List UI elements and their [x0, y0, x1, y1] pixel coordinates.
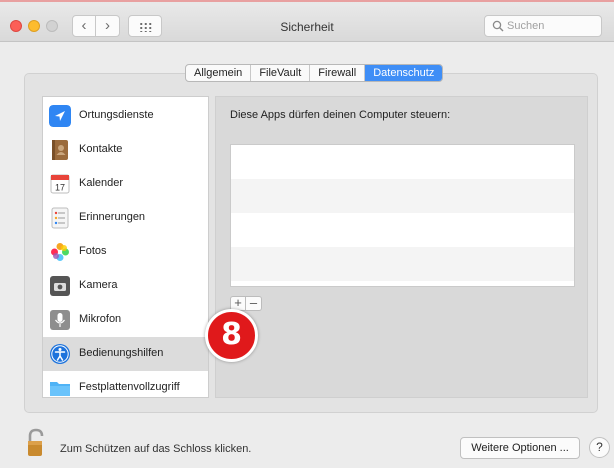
- lock-hint-text: Zum Schützen auf das Schloss klicken.: [60, 443, 252, 455]
- tab-bar: Allgemein FileVault Firewall Datenschutz: [185, 64, 444, 82]
- calendar-icon: 17: [50, 174, 70, 194]
- sidebar-item-fotos[interactable]: Fotos: [43, 235, 208, 269]
- location-arrow-icon: [49, 105, 71, 127]
- help-button[interactable]: ?: [589, 437, 610, 458]
- tab-allgemein[interactable]: Allgemein: [186, 65, 252, 81]
- apps-heading: Diese Apps dürfen deinen Computer steuer…: [230, 109, 451, 121]
- unlocked-padlock-icon[interactable]: [26, 428, 48, 458]
- search-field[interactable]: Suchen: [484, 15, 602, 37]
- list-row[interactable]: [231, 179, 574, 213]
- search-icon: [492, 20, 504, 32]
- camera-icon: [50, 276, 70, 296]
- list-row[interactable]: [231, 145, 574, 179]
- list-row[interactable]: [231, 213, 574, 247]
- sidebar-item-mikrofon[interactable]: Mikrofon: [43, 303, 208, 337]
- title-bar: ‹ › Sicherheit Suchen: [0, 2, 614, 42]
- sidebar-item-label: Fotos: [79, 245, 107, 257]
- sidebar-item-erinnerungen[interactable]: Erinnerungen: [43, 201, 208, 235]
- sidebar-item-festplattenvollzugriff[interactable]: Festplattenvollzugriff: [43, 371, 208, 397]
- tab-datenschutz[interactable]: Datenschutz: [365, 65, 443, 81]
- preferences-window: ‹ › Sicherheit Suchen Allgemein FileVaul…: [0, 0, 614, 468]
- sidebar-item-ortungsdienste[interactable]: Ortungsdienste: [43, 99, 208, 133]
- microphone-icon: [50, 310, 70, 330]
- calendar-day: 17: [55, 183, 65, 193]
- sidebar-item-kamera[interactable]: Kamera: [43, 269, 208, 303]
- photos-flower-icon: [51, 243, 69, 261]
- privacy-category-list: Ortungsdienste Kontakte 17 Kalender Erin…: [42, 96, 209, 398]
- sidebar-item-label: Mikrofon: [79, 313, 122, 325]
- sidebar-item-kalender[interactable]: 17 Kalender: [43, 167, 208, 201]
- search-placeholder: Suchen: [507, 20, 545, 32]
- folder-icon: [50, 382, 70, 396]
- contacts-book-icon: [52, 140, 68, 160]
- sidebar-item-kontakte[interactable]: Kontakte: [43, 133, 208, 167]
- step-number-badge: 8: [205, 309, 258, 362]
- more-options-button[interactable]: Weitere Optionen ...: [460, 437, 580, 459]
- reminders-list-icon: [51, 207, 69, 229]
- tab-filevault[interactable]: FileVault: [251, 65, 311, 81]
- sidebar-item-label: Ortungsdienste: [79, 109, 154, 121]
- sidebar-item-label: Erinnerungen: [79, 211, 146, 223]
- allowed-apps-list[interactable]: [230, 144, 575, 287]
- accessibility-icon: [50, 344, 70, 364]
- sidebar-item-label: Bedienungshilfen: [79, 347, 164, 359]
- remove-app-button[interactable]: –: [246, 296, 262, 311]
- sidebar-item-label: Kontakte: [79, 143, 123, 155]
- sidebar-item-bedienungshilfen[interactable]: Bedienungshilfen: [43, 337, 208, 371]
- sidebar-item-label: Kalender: [79, 177, 124, 189]
- sidebar-item-label: Festplattenvollzugriff: [79, 381, 180, 393]
- sidebar-item-label: Kamera: [79, 279, 118, 291]
- list-row[interactable]: [231, 247, 574, 281]
- tab-firewall[interactable]: Firewall: [310, 65, 366, 81]
